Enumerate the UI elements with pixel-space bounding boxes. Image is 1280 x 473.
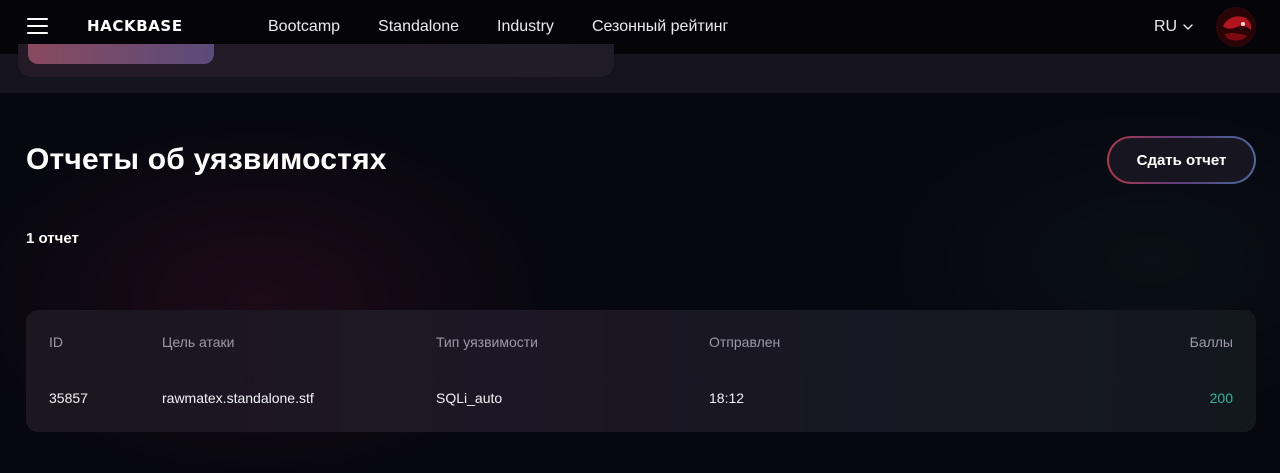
chevron-down-icon [1183, 24, 1193, 30]
submit-report-button[interactable]: Сдать отчет [1107, 136, 1256, 184]
logo[interactable]: HACKBASE [87, 17, 183, 35]
language-selector[interactable]: RU [1154, 18, 1193, 36]
page-title: Отчеты об уязвимостях [26, 143, 387, 176]
cell-points: 200 [1209, 390, 1233, 406]
language-label: RU [1154, 18, 1178, 35]
column-header-type[interactable]: Тип уязвимости [436, 332, 538, 352]
cell-type: SQLi_auto [436, 390, 503, 406]
cell-target: rawmatex.standalone.stf [162, 390, 314, 406]
nav-industry[interactable]: Industry [497, 18, 554, 36]
table-header-row: ID Цель атаки Тип уязвимости Отправлен Б… [26, 332, 1256, 352]
top-banner-remnant [0, 44, 1280, 93]
menu-icon[interactable] [27, 17, 48, 35]
reports-table: ID Цель атаки Тип уязвимости Отправлен Б… [26, 310, 1256, 432]
nav-season-rating[interactable]: Сезонный рейтинг [592, 18, 728, 36]
cell-sent: 18:12 [709, 390, 745, 406]
report-count: 1 отчет [26, 230, 79, 247]
nav-standalone[interactable]: Standalone [378, 18, 459, 36]
avatar[interactable] [1216, 7, 1256, 47]
column-header-id[interactable]: ID [49, 332, 63, 352]
main-nav: Bootcamp Standalone Industry Сезонный ре… [268, 18, 766, 36]
column-header-target[interactable]: Цель атаки [162, 332, 235, 352]
banner-button[interactable] [28, 44, 214, 64]
page: HACKBASE Bootcamp Standalone Industry Се… [0, 0, 1280, 473]
avatar-image [1218, 9, 1255, 46]
table-row[interactable]: 35857 rawmatex.standalone.stf SQLi_auto … [26, 388, 1256, 408]
cell-id: 35857 [49, 390, 88, 406]
nav-bootcamp[interactable]: Bootcamp [268, 18, 340, 36]
column-header-sent[interactable]: Отправлен [709, 332, 780, 352]
column-header-points[interactable]: Баллы [1190, 332, 1233, 352]
